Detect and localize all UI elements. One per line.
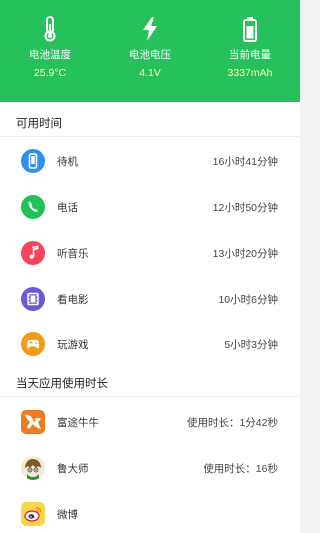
weibo-icon: [21, 502, 45, 526]
row-time: 16小时41分钟: [212, 156, 278, 168]
call-icon: [21, 195, 45, 219]
row-label: 鲁大师: [57, 463, 89, 475]
row-time: 5小时3分钟: [224, 339, 278, 351]
row-time: 10小时6分钟: [218, 294, 278, 306]
section-title-app-usage: 当天应用使用时长: [16, 378, 108, 390]
row-label: 微博: [57, 509, 78, 521]
row-label: 看电影: [57, 294, 89, 306]
row-time: 使用时长：1分42秒: [186, 417, 278, 429]
content-card: 可用时间 待机 16小时41分钟 电话 12小时50分钟 听音乐 13小时20分…: [0, 102, 300, 533]
divider: [0, 396, 300, 397]
stat-label: 当前电量: [229, 49, 271, 61]
lightning-icon: [138, 16, 162, 42]
ludashi-icon: [21, 456, 45, 480]
stat-value: 4.1V: [139, 67, 161, 79]
row-time: 13小时20分钟: [212, 248, 278, 260]
stat-capacity: 当前电量 3337mAh: [200, 0, 300, 102]
stat-temperature: 电池温度 25.9°C: [0, 0, 100, 102]
battery-stats-header: 电池温度 25.9°C 电池电压 4.1V 当前电量 3337mAh: [0, 0, 300, 102]
row-label: 听音乐: [57, 248, 89, 260]
available-time-row-standby: 待机 16小时41分钟: [0, 141, 300, 181]
film-icon: [21, 287, 45, 311]
music-icon: [21, 241, 45, 265]
app-usage-row-ludashi: 鲁大师 使用时长：16秒: [0, 448, 300, 488]
available-time-row-music: 听音乐 13小时20分钟: [0, 233, 300, 273]
app-usage-row-weibo: 微博: [0, 494, 300, 533]
battery-icon: [238, 16, 262, 42]
available-time-row-movie: 看电影 10小时6分钟: [0, 279, 300, 319]
thermometer-icon: [38, 16, 62, 42]
row-label: 电话: [57, 202, 78, 214]
stat-value: 25.9°C: [33, 67, 67, 79]
row-label: 富途牛牛: [57, 417, 99, 429]
available-time-row-call: 电话 12小时50分钟: [0, 187, 300, 227]
divider: [0, 136, 300, 137]
futu-niuniu-icon: [21, 410, 45, 434]
gamepad-icon: [21, 332, 45, 356]
row-time: 12小时50分钟: [212, 202, 278, 214]
row-time: 使用时长：16秒: [203, 463, 278, 475]
available-time-row-game: 玩游戏 5小时3分钟: [0, 324, 300, 364]
row-label: 玩游戏: [57, 339, 89, 351]
section-title-available-time: 可用时间: [16, 118, 62, 130]
stat-label: 电池电压: [129, 49, 171, 61]
stat-value: 3337mAh: [227, 67, 273, 79]
stat-label: 电池温度: [29, 49, 71, 61]
stat-voltage: 电池电压 4.1V: [100, 0, 200, 102]
row-label: 待机: [57, 156, 78, 168]
app-usage-row-futu: 富途牛牛 使用时长：1分42秒: [0, 402, 300, 442]
phone-icon: [21, 149, 45, 173]
